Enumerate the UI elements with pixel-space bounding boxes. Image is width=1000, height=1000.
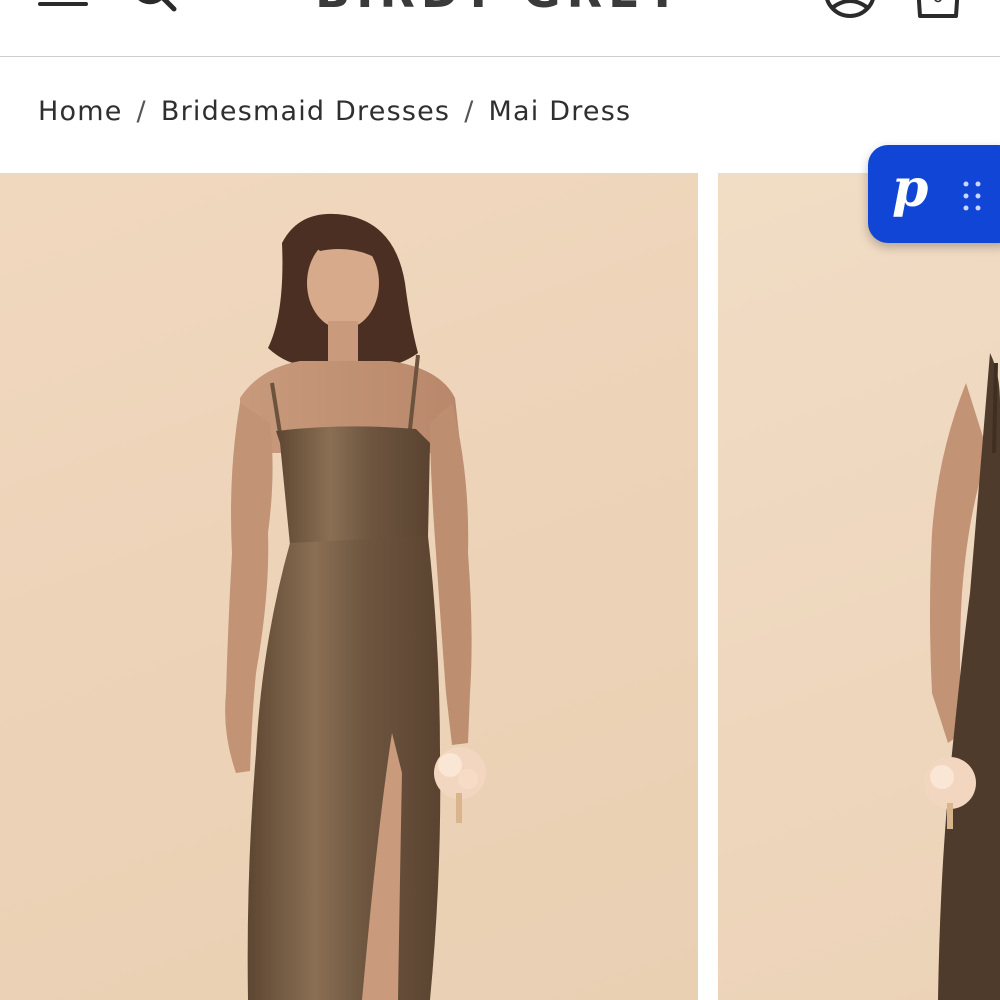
breadcrumb-bridesmaid-dresses[interactable]: Bridesmaid Dresses (161, 96, 450, 127)
drag-handle-icon[interactable] (962, 180, 984, 212)
breadcrumb: Home / Bridesmaid Dresses / Mai Dress (38, 96, 631, 136)
p-logo-icon: p (892, 158, 929, 219)
bag-icon[interactable]: 0 (914, 0, 962, 20)
product-gallery[interactable] (0, 173, 1000, 1000)
bag-count: 0 (932, 0, 943, 7)
site-header: BIRDY GREY 0 (0, 0, 1000, 57)
breadcrumb-separator: / (136, 96, 147, 127)
breadcrumb-home[interactable]: Home (38, 96, 123, 127)
account-icon[interactable] (822, 0, 878, 22)
breadcrumb-current: Mai Dress (488, 96, 632, 127)
product-page: BIRDY GREY 0 Home / Bridesmaid Dresses / Mai… (0, 0, 1000, 1000)
product-image-front[interactable] (0, 173, 698, 1000)
product-image-side[interactable] (718, 173, 1000, 1000)
breadcrumb-separator: / (464, 96, 475, 127)
bouquet (434, 747, 486, 823)
